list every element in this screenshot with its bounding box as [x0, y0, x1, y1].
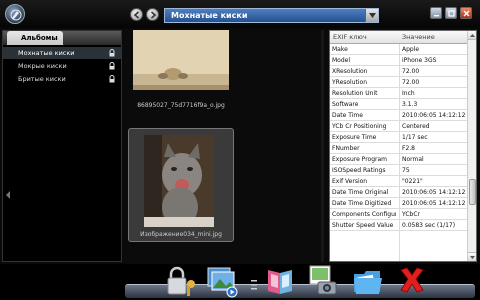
sidebar-item-britye[interactable]: Бритые киски — [3, 73, 121, 85]
exif-row[interactable]: Software 3.1.3 — [330, 99, 467, 110]
lock-icon — [109, 49, 115, 57]
exif-key: Shutter Speed Value — [332, 222, 394, 229]
forward-arrow-icon[interactable] — [146, 8, 159, 21]
exif-value: Inch — [402, 90, 415, 97]
exif-value: 3.1.3 — [402, 101, 418, 108]
exif-key: Components Configur — [332, 211, 396, 218]
exif-row[interactable]: Components Configur YCbCr — [330, 209, 467, 220]
exif-row[interactable]: Exposure Program Normal — [330, 154, 467, 165]
exif-key: Date Time — [332, 112, 363, 119]
sidebar-item-mokrye[interactable]: Мокрые киски — [3, 60, 121, 72]
exif-value-header[interactable]: Значение — [402, 31, 435, 44]
exif-value: Normal — [402, 156, 424, 163]
exif-row[interactable]: FNumber F2.8 — [330, 143, 467, 154]
exif-row[interactable]: Date Time Digitized 2010:06:05 14:12:12 — [330, 198, 467, 209]
exif-row[interactable]: XResolution 72.00 — [330, 66, 467, 77]
exif-value: 1/17 sec — [402, 134, 428, 141]
exif-row[interactable]: YCb Cr Positioning Centered — [330, 121, 467, 132]
album-dropdown-label: Мохнатые киски — [171, 11, 248, 20]
exif-key: Date Time Original — [332, 189, 389, 196]
albums-tab[interactable]: Альбомы — [7, 31, 63, 45]
sidebar-item-mokhnatye[interactable]: Мохнатые киски — [3, 47, 121, 59]
chevron-down-icon[interactable] — [365, 9, 378, 22]
exif-value: "0221" — [402, 178, 423, 185]
scrollbar-thumb[interactable] — [469, 179, 476, 205]
thumbnail-image — [144, 135, 214, 227]
thumbnail-scrollbar[interactable] — [321, 30, 324, 262]
exif-row[interactable]: Model iPhone 3GS — [330, 55, 467, 66]
exif-key: Date Time Digitized — [332, 200, 392, 207]
sidebar-header: Альбомы — [3, 31, 121, 45]
exif-row[interactable]: ISOSpeed Ratings 75 — [330, 165, 467, 176]
maximize-button[interactable] — [445, 7, 457, 19]
action-dock — [0, 264, 480, 300]
exif-value: Apple — [402, 46, 420, 53]
exif-key: YResolution — [332, 79, 368, 86]
exif-value: 2010:06:05 14:12:12 — [402, 189, 466, 196]
exif-key: Resolution Unit — [332, 90, 378, 97]
album-dropdown[interactable]: Мохнатые киски — [164, 8, 379, 23]
scroll-up-arrow-icon[interactable] — [468, 31, 476, 40]
exif-value: Centered — [402, 123, 430, 130]
exif-value: YCbCr — [402, 211, 420, 218]
thumbnail-panel: 86895027_75d7716f9a_o.jpg Изображение034… — [124, 30, 324, 262]
exif-row[interactable]: Make Apple — [330, 44, 467, 55]
exif-value: 72.00 — [402, 68, 420, 75]
exif-key: Software — [332, 101, 359, 108]
sidebar-item-label: Мокрые киски — [18, 62, 67, 70]
dock-divider-icon — [251, 280, 257, 290]
exif-key: XResolution — [332, 68, 368, 75]
thumbnail-card[interactable]: Изображение034_mini.jpg — [128, 128, 234, 242]
exif-scrollbar[interactable] — [467, 31, 476, 261]
exif-key: Exif Version — [332, 178, 368, 185]
exif-value: iPhone 3GS — [402, 57, 437, 64]
exif-row[interactable]: Shutter Speed Value 0.0583 sec (1/17) — [330, 220, 467, 231]
exif-value: F2.8 — [402, 145, 415, 152]
exif-key: Exposure Time — [332, 134, 377, 141]
thumbnail-caption: Изображение034_mini.jpg — [140, 231, 222, 238]
folder-icon[interactable] — [350, 264, 386, 298]
thumbnail-image — [133, 30, 229, 90]
exif-value: 72.00 — [402, 79, 420, 86]
thumbnail-card[interactable]: 86895027_75d7716f9a_o.jpg — [130, 30, 232, 122]
exif-key: Make — [332, 46, 348, 53]
exif-row[interactable]: Exif Version "0221" — [330, 176, 467, 187]
exif-row[interactable]: Date Time 2010:06:05 14:12:12 — [330, 110, 467, 121]
exif-table-header: EXIF ключ Значение — [330, 31, 467, 44]
exif-value: 2010:06:05 14:12:12 — [402, 112, 466, 119]
thumbnail-caption: 86895027_75d7716f9a_o.jpg — [137, 102, 225, 109]
delete-x-icon[interactable] — [394, 264, 430, 298]
back-arrow-icon[interactable] — [130, 8, 143, 21]
exif-key: YCb Cr Positioning — [332, 123, 387, 130]
exif-table: EXIF ключ Значение Make Apple Model iPhone … — [329, 30, 477, 262]
exif-value: 75 — [402, 167, 410, 174]
lock-key-icon[interactable] — [164, 264, 200, 298]
exif-key-header[interactable]: EXIF ключ — [333, 31, 367, 44]
close-button[interactable] — [460, 7, 472, 19]
exif-row[interactable]: YResolution 72.00 — [330, 77, 467, 88]
minimize-button[interactable] — [430, 7, 442, 19]
exif-key: FNumber — [332, 145, 360, 152]
sidebar-item-label: Мохнатые киски — [18, 49, 75, 57]
exif-key: Model — [332, 57, 351, 64]
exif-row[interactable]: Date Time Original 2010:06:05 14:12:12 — [330, 187, 467, 198]
lock-icon — [109, 75, 115, 83]
exif-value: 0.0583 sec (1/17) — [402, 222, 456, 229]
exif-key: Exposure Program — [332, 156, 387, 163]
album-book-icon[interactable] — [262, 264, 298, 298]
exif-key: ISOSpeed Ratings — [332, 167, 386, 174]
scroll-down-arrow-icon[interactable] — [468, 252, 476, 261]
camera-photo-icon[interactable] — [304, 264, 340, 298]
app-window: Мохнатые киски Альбомы Мохнатые киски Мо… — [0, 0, 480, 300]
albums-sidebar: Альбомы Мохнатые киски Мокрые киски Брит… — [2, 30, 122, 262]
lock-icon — [109, 62, 115, 70]
exif-row[interactable]: Resolution Unit Inch — [330, 88, 467, 99]
title-bar: Мохнатые киски — [0, 0, 480, 28]
exif-row[interactable]: Exposure Time 1/17 sec — [330, 132, 467, 143]
slideshow-icon[interactable] — [204, 264, 240, 298]
collapse-left-icon[interactable] — [6, 191, 11, 199]
app-logo-icon[interactable] — [5, 4, 25, 24]
exif-value: 2010:06:05 14:12:12 — [402, 200, 466, 207]
sidebar-item-label: Бритые киски — [18, 75, 66, 83]
